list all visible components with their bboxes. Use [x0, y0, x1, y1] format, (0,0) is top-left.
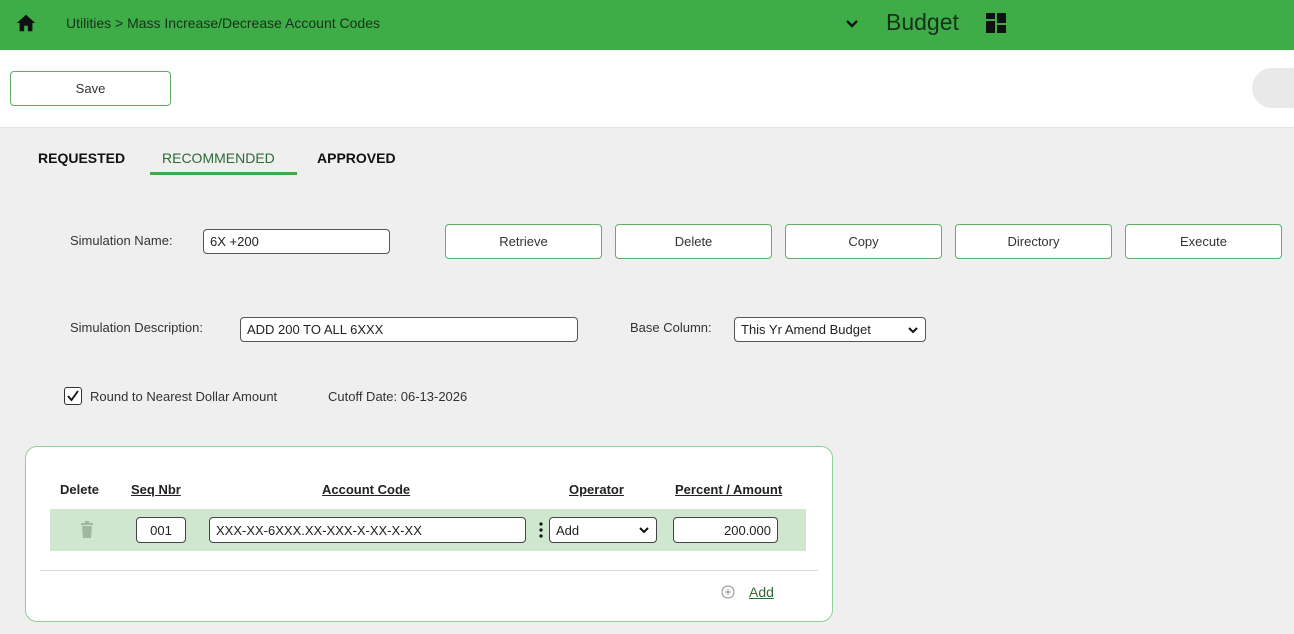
add-row-control[interactable]: Add: [721, 584, 774, 600]
save-button[interactable]: Save: [10, 71, 171, 106]
simulation-name-input[interactable]: 6X +200: [203, 229, 390, 254]
cutoff-date: Cutoff Date: 06-13-2026: [328, 389, 468, 404]
col-seq-nbr[interactable]: Seq Nbr: [131, 482, 181, 497]
operator-value: Add: [556, 522, 580, 538]
active-tab-indicator: [150, 172, 297, 175]
base-column-label: Base Column:: [630, 320, 712, 335]
simulation-description-input[interactable]: ADD 200 TO ALL 6XXX: [240, 317, 578, 342]
percent-amount-input[interactable]: 200.000: [673, 517, 778, 543]
operator-select[interactable]: Add: [549, 517, 657, 543]
trash-icon[interactable]: [80, 521, 94, 539]
col-percent-amount[interactable]: Percent / Amount: [675, 482, 782, 497]
col-account-code[interactable]: Account Code: [322, 482, 410, 497]
checkmark-icon: [67, 390, 79, 402]
home-icon[interactable]: [15, 12, 37, 34]
round-checkbox-label: Round to Nearest Dollar Amount: [90, 389, 278, 404]
copy-button[interactable]: Copy: [785, 224, 942, 259]
execute-button[interactable]: Execute: [1125, 224, 1282, 259]
chevron-down-icon[interactable]: [844, 16, 860, 32]
round-checkbox[interactable]: [64, 387, 82, 405]
more-vertical-icon[interactable]: [538, 522, 544, 538]
breadcrumb: Utilities > Mass Increase/Decrease Accou…: [66, 15, 380, 31]
seq-nbr-input[interactable]: 001: [136, 517, 186, 543]
top-header-bar: Utilities > Mass Increase/Decrease Accou…: [0, 0, 1294, 50]
grid-icon[interactable]: [985, 12, 1007, 34]
base-column-select[interactable]: This Yr Amend Budget: [734, 317, 926, 342]
col-delete: Delete: [60, 482, 100, 497]
tab-recommended[interactable]: RECOMMENDED: [162, 150, 275, 166]
toolbar: Save: [0, 50, 1294, 128]
account-code-input[interactable]: XXX-XX-6XXX.XX-XXX-X-XX-X-XX: [209, 517, 526, 543]
toolbar-pill[interactable]: [1252, 68, 1294, 108]
chevron-down-icon: [908, 326, 918, 333]
tab-requested[interactable]: REQUESTED: [38, 150, 125, 166]
table-row: 001 XXX-XX-6XXX.XX-XXX-X-XX-X-XX Add 200…: [50, 509, 806, 551]
main-content: REQUESTED RECOMMENDED APPROVED Simulatio…: [0, 128, 1294, 634]
simulation-name-label: Simulation Name:: [70, 233, 173, 248]
col-operator[interactable]: Operator: [569, 482, 624, 497]
base-column-value: This Yr Amend Budget: [741, 322, 871, 337]
app-name[interactable]: Budget: [886, 9, 959, 36]
grid-divider: [40, 570, 818, 571]
delete-button[interactable]: Delete: [615, 224, 772, 259]
add-row-link[interactable]: Add: [749, 584, 774, 600]
retrieve-button[interactable]: Retrieve: [445, 224, 602, 259]
tab-approved[interactable]: APPROVED: [317, 150, 396, 166]
directory-button[interactable]: Directory: [955, 224, 1112, 259]
chevron-down-icon: [639, 527, 649, 534]
simulation-description-label: Simulation Description:: [70, 320, 203, 335]
account-code-grid: Delete Seq Nbr Account Code Operator Per…: [25, 446, 833, 622]
plus-circle-icon[interactable]: [721, 585, 735, 599]
